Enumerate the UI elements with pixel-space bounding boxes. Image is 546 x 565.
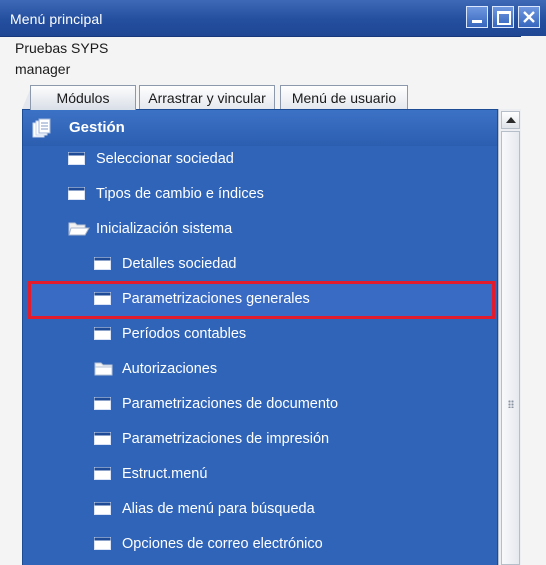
maximize-button[interactable]: [492, 6, 514, 28]
folder-open-icon: [68, 222, 90, 236]
close-icon: [523, 11, 535, 23]
window-icon: [94, 537, 111, 550]
scroll-thumb[interactable]: [501, 131, 520, 565]
window-icon: [94, 257, 111, 270]
window-edge: [521, 36, 546, 565]
user-name: manager: [15, 61, 71, 77]
window-icon: [94, 292, 111, 305]
tab-drag-and-link[interactable]: Arrastrar y vincular: [139, 85, 275, 109]
folder-icon: [94, 362, 113, 376]
menu-item-label: Tipos de cambio e índices: [96, 186, 264, 202]
window-icon: [94, 432, 111, 445]
main-menu-window: Menú principal Pruebas SYPS manager Módu…: [0, 0, 546, 565]
menu-item-label: Parametrizaciones de documento: [122, 396, 339, 412]
menu-item-label: Opciones de correo electrónico: [122, 536, 323, 552]
menu-item-label: Parametrizaciones generales: [122, 291, 310, 307]
tab-user-menu-label: Menú de usuario: [291, 90, 397, 106]
menu-item-label: Detalles sociedad: [122, 256, 237, 272]
tab-drag-and-link-label: Arrastrar y vincular: [148, 90, 266, 106]
window-icon: [68, 187, 85, 200]
tab-strip: Módulos Arrastrar y vincular Menú de usu…: [22, 85, 498, 110]
window-icon: [94, 397, 111, 410]
menu-item-label: Parametrizaciones de impresión: [122, 431, 330, 447]
window-icon: [68, 152, 85, 165]
menu-item-label: Seleccionar sociedad: [96, 151, 234, 167]
menu-item-label: Inicialización sistema: [96, 221, 233, 237]
menu-item-label: Autorizaciones: [122, 361, 218, 377]
scroll-up-button[interactable]: [501, 111, 520, 129]
document-stack-icon: [32, 118, 51, 138]
menu-item-label: Períodos contables: [122, 326, 247, 342]
window-icon: [94, 502, 111, 515]
close-button[interactable]: [518, 6, 540, 28]
window-icon: [94, 327, 111, 340]
menu-item-label: Estruct.menú: [122, 466, 208, 482]
minimize-button[interactable]: [466, 6, 488, 28]
window-icon: [94, 467, 111, 480]
tab-modules-label: Módulos: [56, 90, 110, 106]
module-header-gestion[interactable]: Gestión: [23, 110, 497, 146]
window-title: Menú principal: [10, 11, 103, 27]
menu-tree-panel: Gestión Seleccionar sociedad Tipos de ca…: [22, 109, 498, 565]
tab-modules[interactable]: Módulos: [30, 85, 136, 110]
module-label: Gestión: [69, 119, 125, 136]
grip-icon: [508, 400, 514, 408]
title-bar[interactable]: Menú principal: [0, 0, 546, 37]
company-name: Pruebas SYPS: [15, 40, 109, 56]
menu-item-label: Alias de menú para búsqueda: [122, 501, 315, 517]
tab-user-menu[interactable]: Menú de usuario: [280, 85, 408, 109]
vertical-scrollbar[interactable]: [498, 109, 522, 565]
